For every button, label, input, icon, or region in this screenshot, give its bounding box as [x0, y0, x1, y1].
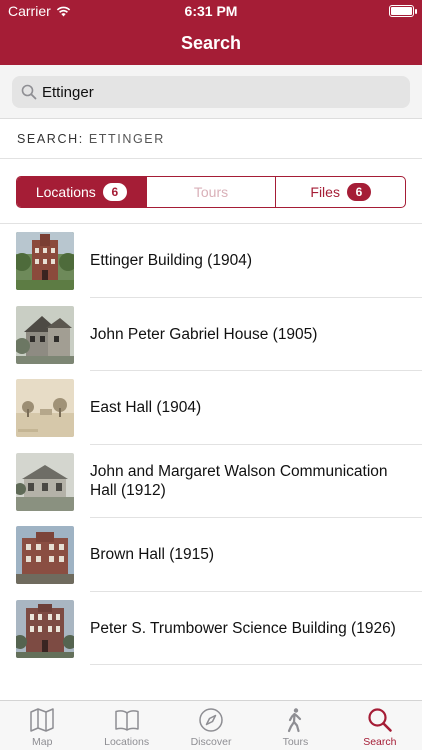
- segment-label: Files: [310, 184, 340, 200]
- list-item[interactable]: Ettinger Building (1904): [0, 224, 422, 298]
- list-item[interactable]: John Peter Gabriel House (1905): [0, 298, 422, 371]
- result-title: Brown Hall (1915): [90, 546, 215, 564]
- page-title: Search: [180, 33, 242, 53]
- tab-label: Map: [31, 736, 53, 748]
- segment-label: Tours: [193, 184, 229, 200]
- search-summary-prefix: SEARCH:: [17, 132, 84, 146]
- results-list: Ettinger Building (1904) John Peter Gabr…: [0, 224, 422, 665]
- results-segmented-control: Locations 6 Tours Files 6: [16, 176, 406, 208]
- house-photo: [16, 305, 74, 364]
- result-title: John and Margaret Walson Communication H…: [90, 463, 388, 500]
- clock: 6:31 PM: [184, 3, 238, 19]
- segment-label: Locations: [35, 184, 96, 200]
- list-item[interactable]: Brown Hall (1915): [0, 518, 422, 592]
- list-item[interactable]: John and Margaret Walson Communication H…: [0, 445, 422, 518]
- tab-bar: Map Locations Discover Tours Search: [0, 700, 422, 750]
- tab-map[interactable]: Map: [0, 701, 84, 750]
- sepia-field-photo: [16, 379, 74, 437]
- book-icon: [114, 710, 139, 731]
- count-badge: 6: [346, 183, 371, 201]
- brick-tower-photo: [16, 232, 74, 290]
- walking-icon: [288, 708, 302, 733]
- search-field[interactable]: [12, 76, 410, 108]
- tab-label: Discover: [190, 736, 232, 748]
- segment-files[interactable]: Files 6: [276, 177, 405, 207]
- tab-label: Tours: [282, 736, 309, 748]
- search-input[interactable]: [42, 76, 402, 108]
- list-item[interactable]: East Hall (1904): [0, 371, 422, 445]
- search-summary-term: ETTINGER: [88, 132, 165, 146]
- tab-locations[interactable]: Locations: [84, 701, 168, 750]
- count-badge: 6: [102, 183, 127, 201]
- tab-label: Locations: [104, 736, 150, 748]
- tab-label: Search: [363, 736, 397, 748]
- segment-tours[interactable]: Tours: [147, 177, 277, 207]
- battery-icon: [389, 5, 417, 17]
- result-title: East Hall (1904): [90, 399, 202, 417]
- tab-tours[interactable]: Tours: [253, 701, 337, 750]
- tab-search[interactable]: Search: [338, 701, 422, 750]
- compass-icon: [199, 708, 223, 732]
- search-summary: SEARCH: ETTINGER: [17, 132, 165, 146]
- list-item[interactable]: Peter S. Trumbower Science Building (192…: [0, 592, 422, 665]
- status-bar: Carrier 6:31 PM: [0, 0, 422, 22]
- map-icon: [30, 708, 54, 732]
- brick-hall-photo: [16, 526, 74, 584]
- divider: [0, 158, 422, 159]
- row-separator: [90, 664, 422, 665]
- search-icon: [21, 84, 37, 100]
- result-title: John Peter Gabriel House (1905): [90, 325, 318, 343]
- result-title: Peter S. Trumbower Science Building (192…: [90, 619, 396, 637]
- search-icon: [368, 708, 392, 732]
- result-title: Ettinger Building (1904): [90, 252, 252, 270]
- segment-locations[interactable]: Locations 6: [17, 177, 147, 207]
- hall-photo: [16, 452, 74, 511]
- search-bar-container: [0, 65, 422, 119]
- science-building-photo: [16, 599, 74, 658]
- tab-discover[interactable]: Discover: [169, 701, 253, 750]
- app-header: Carrier 6:31 PM Search: [0, 0, 422, 65]
